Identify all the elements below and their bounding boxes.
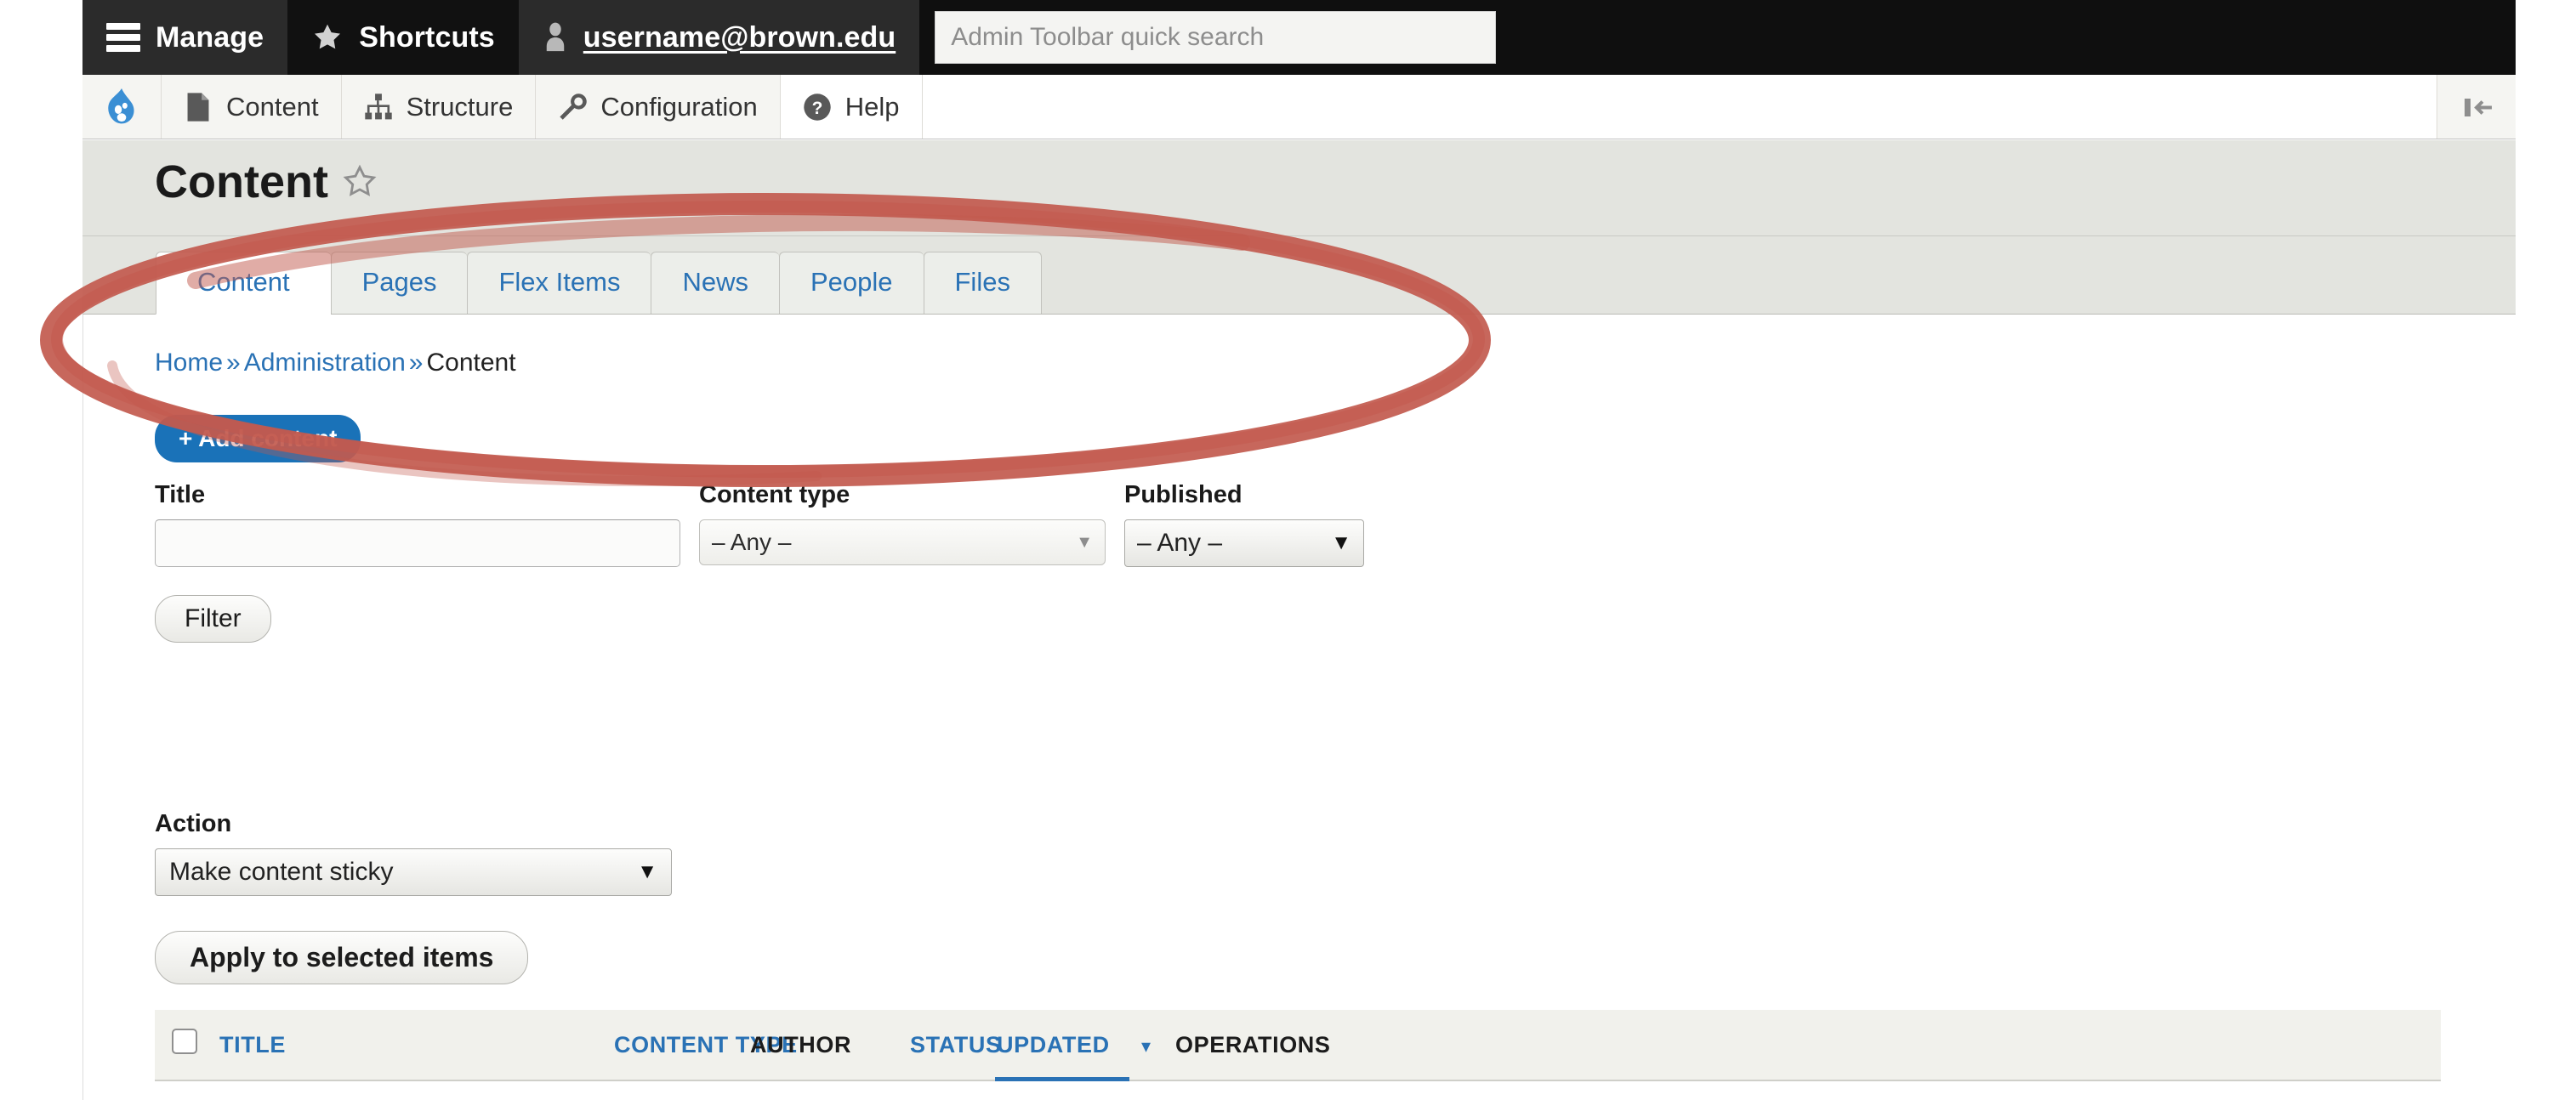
column-header-author: AUTHOR bbox=[750, 1032, 852, 1057]
tab-pages-label: Pages bbox=[361, 266, 437, 297]
chevron-down-icon: ▼ bbox=[1076, 532, 1093, 552]
breadcrumb-administration[interactable]: Administration bbox=[244, 349, 406, 377]
select-all-checkbox[interactable] bbox=[172, 1029, 197, 1054]
breadcrumb-separator-2: » bbox=[408, 349, 424, 377]
menu-item-structure-label: Structure bbox=[406, 91, 514, 122]
menu-item-content[interactable]: Content bbox=[162, 75, 342, 139]
admin-toolbar-search-input[interactable] bbox=[935, 11, 1497, 64]
page-title-region: Content bbox=[82, 140, 2516, 236]
bulk-action-select[interactable]: Make content sticky ▼ bbox=[155, 848, 672, 896]
column-header-title[interactable]: TITLE bbox=[219, 1032, 286, 1058]
filter-title-label: Title bbox=[155, 481, 206, 508]
primary-tabs-strip: Content Pages Flex Items News People Fil… bbox=[82, 236, 2516, 315]
bulk-action-label: Action bbox=[155, 810, 232, 837]
menu-item-structure[interactable]: Structure bbox=[341, 75, 537, 139]
wrench-icon bbox=[560, 93, 588, 120]
svg-text:?: ? bbox=[811, 98, 822, 117]
admin-toolbar-shortcuts[interactable]: Shortcuts bbox=[287, 0, 519, 75]
primary-tabs: Content Pages Flex Items News People Fil… bbox=[156, 251, 1042, 315]
admin-toolbar-search-wrap bbox=[919, 0, 1497, 75]
admin-toolbar-username-label: username@brown.edu bbox=[583, 20, 896, 54]
tab-flex-items-label: Flex Items bbox=[498, 266, 621, 297]
toolbar-orientation-icon bbox=[2465, 98, 2492, 116]
admin-toolbar-manage-label: Manage bbox=[156, 20, 264, 54]
tab-news-label: News bbox=[682, 266, 748, 297]
main-content-region: Home» Administration» Content + Add conten… bbox=[82, 315, 2516, 1100]
drupal-logo-button[interactable] bbox=[82, 75, 162, 139]
secondary-toolbar: Content Structure Configuration ? Help bbox=[82, 75, 2516, 139]
breadcrumb-current: Content bbox=[426, 349, 516, 377]
active-sort-indicator bbox=[995, 1077, 1129, 1081]
filter-title-input[interactable] bbox=[155, 519, 680, 567]
filter-title-field: Title bbox=[155, 481, 680, 567]
breadcrumb-separator-1: » bbox=[226, 349, 241, 377]
tab-files[interactable]: Files bbox=[923, 251, 1042, 314]
column-header-updated[interactable]: UPDATED bbox=[997, 1032, 1110, 1058]
filter-content-type-field: Content type – Any – ▼ bbox=[699, 481, 1106, 565]
admin-toolbar-user[interactable]: username@brown.edu bbox=[518, 0, 920, 75]
tab-content-label: Content bbox=[197, 266, 290, 297]
menu-item-configuration[interactable]: Configuration bbox=[536, 75, 781, 139]
breadcrumb-home[interactable]: Home bbox=[155, 349, 223, 377]
toolbar-orientation-toggle[interactable] bbox=[2437, 75, 2516, 139]
tab-people-label: People bbox=[810, 266, 893, 297]
bulk-action-value: Make content sticky bbox=[169, 858, 394, 886]
chevron-down-icon: ▼ bbox=[1331, 531, 1351, 554]
breadcrumb: Home» Administration» Content bbox=[155, 349, 516, 377]
drupal-logo-icon bbox=[108, 88, 134, 123]
filter-published-field: Published – Any – ▼ bbox=[1124, 481, 1364, 567]
apply-to-selected-items-button[interactable]: Apply to selected items bbox=[155, 931, 529, 984]
page-title: Content bbox=[155, 156, 378, 208]
tab-pages[interactable]: Pages bbox=[330, 251, 468, 314]
screenshot-root: Manage Shortcuts username@brown.edu Admi… bbox=[0, 0, 2576, 1100]
tab-content[interactable]: Content bbox=[156, 251, 331, 315]
menu-item-configuration-label: Configuration bbox=[600, 91, 758, 122]
tab-flex-items[interactable]: Flex Items bbox=[467, 251, 651, 314]
question-circle-icon: ? bbox=[804, 93, 831, 121]
tab-news[interactable]: News bbox=[651, 251, 779, 314]
filter-published-select[interactable]: – Any – ▼ bbox=[1124, 519, 1364, 567]
filter-form: Title Content type – Any – ▼ Published –… bbox=[155, 481, 1364, 567]
document-icon bbox=[187, 92, 209, 122]
sort-descending-icon[interactable]: ▾ bbox=[1141, 1035, 1151, 1057]
sitemap-icon bbox=[364, 93, 392, 119]
star-icon bbox=[315, 24, 341, 49]
column-header-operations: OPERATIONS bbox=[1175, 1032, 1331, 1057]
filter-content-type-value: – Any – bbox=[712, 529, 792, 555]
menu-bar-spacer bbox=[922, 75, 2437, 139]
star-outline-icon[interactable] bbox=[342, 164, 378, 200]
tab-files-label: Files bbox=[954, 266, 1010, 297]
content-table-header: TITLE CONTENT TYPE AUTHOR STATUS UPDATED… bbox=[155, 1010, 2441, 1081]
admin-toolbar-shortcuts-label: Shortcuts bbox=[359, 20, 495, 54]
filter-content-type-select[interactable]: – Any – ▼ bbox=[699, 519, 1106, 565]
tab-people[interactable]: People bbox=[778, 251, 924, 314]
admin-toolbar: Manage Shortcuts username@brown.edu bbox=[82, 0, 2516, 75]
menu-item-help[interactable]: ? Help bbox=[780, 75, 923, 139]
hamburger-icon bbox=[106, 23, 140, 52]
chevron-down-icon: ▼ bbox=[637, 860, 657, 883]
menu-item-help-label: Help bbox=[844, 91, 900, 122]
user-icon bbox=[546, 22, 564, 52]
admin-toolbar-manage[interactable]: Manage bbox=[82, 0, 288, 75]
filter-content-type-label: Content type bbox=[699, 481, 850, 508]
page-title-text: Content bbox=[155, 156, 328, 207]
add-content-button[interactable]: + Add content bbox=[155, 415, 361, 462]
column-header-status[interactable]: STATUS bbox=[910, 1032, 1002, 1058]
filter-published-value: – Any – bbox=[1137, 529, 1223, 557]
filter-published-label: Published bbox=[1124, 481, 1243, 508]
filter-submit-button[interactable]: Filter bbox=[155, 595, 271, 643]
menu-item-content-label: Content bbox=[226, 91, 319, 122]
